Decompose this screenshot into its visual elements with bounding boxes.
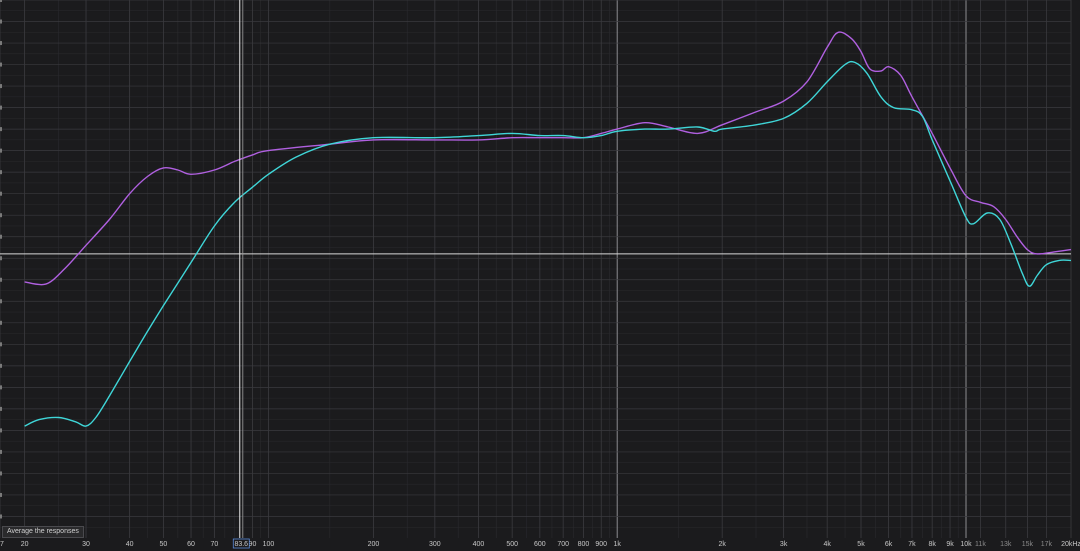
x-tick-label: 20 bbox=[21, 541, 29, 548]
y-tick-mark bbox=[0, 320, 2, 325]
tooltip: Average the responses bbox=[2, 526, 84, 538]
y-tick-mark bbox=[0, 148, 2, 153]
y-tick-mark bbox=[0, 84, 2, 89]
y-tick-mark bbox=[0, 105, 2, 110]
x-tick-label: 500 bbox=[506, 541, 518, 548]
x-tick-label: 15k bbox=[1022, 541, 1034, 548]
x-tick-label: 700 bbox=[557, 541, 569, 548]
x-tick-label: 70 bbox=[210, 541, 218, 548]
x-tick-label: 1k bbox=[614, 541, 622, 548]
x-tick-label: 200 bbox=[368, 541, 380, 548]
y-tick-mark bbox=[0, 449, 2, 454]
x-tick-label: 6k bbox=[885, 541, 893, 548]
y-tick-mark bbox=[0, 170, 2, 175]
y-tick-mark bbox=[0, 19, 2, 24]
y-tick-mark bbox=[0, 127, 2, 132]
x-tick-label: 20kHz bbox=[1061, 541, 1080, 548]
x-tick-label: 5k bbox=[857, 541, 865, 548]
x-tick-label: 100 bbox=[263, 541, 275, 548]
x-tick-label: 3k bbox=[780, 541, 788, 548]
x-tick-label: 4k bbox=[824, 541, 832, 548]
x-tick-label: 2k bbox=[719, 541, 727, 548]
x-tick-label: 9k bbox=[946, 541, 954, 548]
y-tick-mark bbox=[0, 471, 2, 476]
x-tick-label: 17 bbox=[0, 541, 4, 548]
y-tick-mark bbox=[0, 41, 2, 46]
y-tick-mark bbox=[0, 234, 2, 239]
x-tick-label: 11k bbox=[975, 541, 986, 548]
x-tick-label: 400 bbox=[473, 541, 485, 548]
y-tick-mark bbox=[0, 385, 2, 390]
y-tick-mark bbox=[0, 514, 2, 519]
y-tick-mark bbox=[0, 256, 2, 261]
x-tick-label: 7k bbox=[908, 541, 916, 548]
y-tick-mark bbox=[0, 277, 2, 282]
cursor-frequency-label: 83.6 bbox=[234, 541, 248, 548]
x-tick-label: 40 bbox=[126, 541, 134, 548]
x-tick-label: 60 bbox=[187, 541, 195, 548]
frequency-response-chart[interactable]: 17 20 30 40 50 60 70 90 100 200 300 400 500 600 700 800… bbox=[0, 0, 1080, 551]
x-tick-label: 300 bbox=[429, 541, 441, 548]
y-tick-mark bbox=[0, 492, 2, 497]
x-tick-label: 600 bbox=[534, 541, 546, 548]
x-tick-label: 30 bbox=[82, 541, 90, 548]
x-tick-label: 13k bbox=[1000, 541, 1012, 548]
y-tick-mark bbox=[0, 191, 2, 196]
y-tick-mark bbox=[0, 428, 2, 433]
y-tick-mark bbox=[0, 363, 2, 368]
x-tick-label: 10k bbox=[960, 541, 972, 548]
x-tick-label: 8k bbox=[928, 541, 936, 548]
x-tick-label: 90 bbox=[249, 541, 257, 548]
y-tick-mark bbox=[0, 0, 2, 2]
x-tick-label: 17k bbox=[1041, 541, 1053, 548]
y-tick-mark bbox=[0, 299, 2, 304]
y-tick-mark bbox=[0, 406, 2, 411]
x-tick-label: 50 bbox=[160, 541, 168, 548]
x-tick-label: 800 bbox=[578, 541, 590, 548]
x-tick-label: 900 bbox=[595, 541, 607, 548]
y-tick-mark bbox=[0, 213, 2, 218]
y-tick-mark bbox=[0, 62, 2, 67]
y-tick-mark bbox=[0, 342, 2, 347]
